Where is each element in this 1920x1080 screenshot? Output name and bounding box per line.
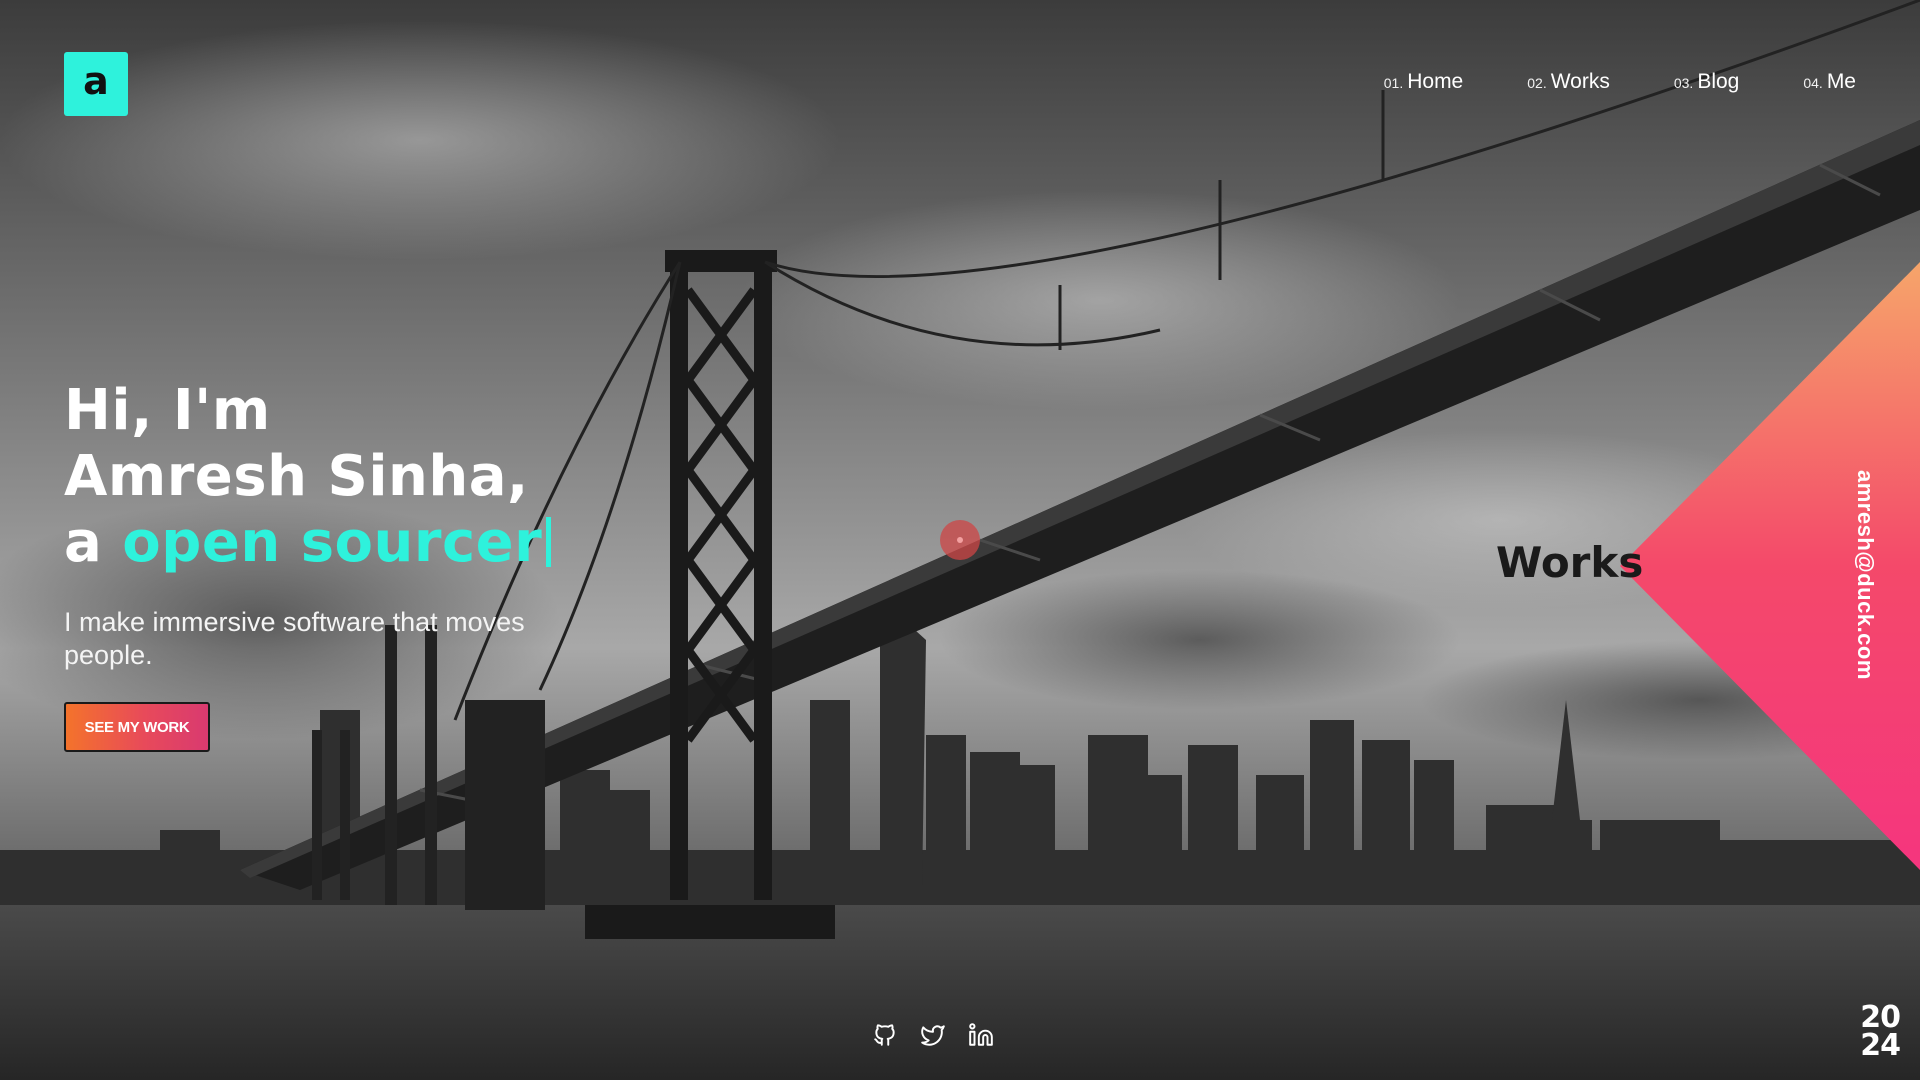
logo[interactable]: a bbox=[64, 52, 128, 116]
hero-role: open sourcer bbox=[122, 510, 543, 575]
hero-role-line: a open sourcer bbox=[64, 510, 604, 576]
nav-item-number: 01. bbox=[1383, 75, 1404, 91]
nav-item-number: 03. bbox=[1673, 75, 1694, 91]
github-icon[interactable] bbox=[872, 1022, 898, 1048]
year-bottom: 24 bbox=[1860, 1028, 1901, 1063]
cursor-indicator bbox=[940, 520, 980, 560]
nav-item-works[interactable]: 02. Works bbox=[1527, 70, 1610, 94]
see-my-work-button[interactable]: SEE MY WORK bbox=[64, 702, 210, 752]
hero-name: Amresh Sinha, bbox=[64, 444, 529, 509]
nav-item-label: Home bbox=[1407, 70, 1464, 93]
nav-item-home[interactable]: 01. Home bbox=[1384, 70, 1464, 94]
email-link[interactable]: amresh@duck.com bbox=[1852, 470, 1878, 680]
nav-item-label: Works bbox=[1550, 70, 1610, 93]
main-nav: 01. Home 02. Works 03. Blog 04. Me bbox=[1384, 70, 1856, 94]
hero-greeting: Hi, I'm bbox=[64, 378, 271, 443]
twitter-icon[interactable] bbox=[920, 1022, 946, 1048]
nav-item-blog[interactable]: 03. Blog bbox=[1674, 70, 1740, 94]
hero-subtitle: I make immersive software that moves peo… bbox=[64, 607, 525, 670]
year-stamp: 20 24 bbox=[1860, 1003, 1901, 1063]
side-panel-works-label[interactable]: Works bbox=[1496, 538, 1643, 587]
cursor-center bbox=[957, 537, 963, 543]
logo-letter: a bbox=[83, 59, 109, 103]
hero-title: Hi, I'm Amresh Sinha, a open sourcer bbox=[64, 378, 604, 576]
hero-role-prefix: a bbox=[64, 510, 103, 575]
nav-item-number: 04. bbox=[1803, 75, 1823, 91]
nav-item-me[interactable]: 04. Me bbox=[1803, 70, 1856, 94]
nav-item-label: Me bbox=[1826, 70, 1856, 93]
nav-item-label: Blog bbox=[1697, 70, 1740, 93]
typing-caret bbox=[546, 517, 552, 567]
nav-item-number: 02. bbox=[1527, 75, 1547, 91]
linkedin-icon[interactable] bbox=[968, 1022, 994, 1048]
social-links bbox=[872, 1022, 994, 1048]
hero-section: Hi, I'm Amresh Sinha, a open sourcer I m… bbox=[64, 378, 604, 752]
